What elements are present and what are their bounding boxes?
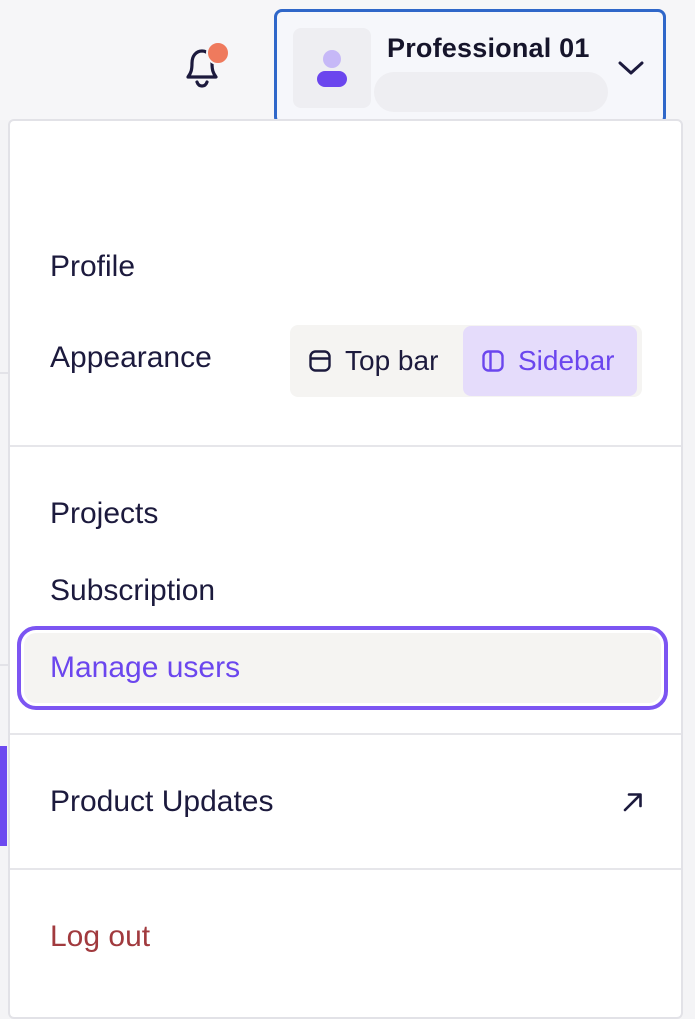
appearance-toggle: Top bar Sidebar [290,325,642,397]
menu-item-label: Subscription [50,574,216,607]
menu-item-label: Profile [50,250,136,283]
menu-divider [10,868,681,870]
menu-item-label: Manage users [50,651,241,684]
appearance-label: Appearance [50,341,212,374]
notification-badge-dot [206,41,230,65]
menu-item-manage-users[interactable]: Manage users [17,626,668,710]
appearance-option-label: Top bar [345,345,439,376]
layout-top-bar-icon [309,350,331,372]
menu-item-product-updates[interactable]: Product Updates [24,767,661,837]
menu-divider [10,445,681,447]
appearance-option-label: Sidebar [518,345,615,376]
menu-item-label: Product Updates [50,785,274,818]
appearance-option-sidebar[interactable]: Sidebar [463,326,637,396]
account-switcher-button[interactable]: Professional 01 [274,9,666,125]
menu-item-projects[interactable]: Projects [24,479,661,549]
menu-item-subscription[interactable]: Subscription [24,556,661,626]
avatar [293,28,371,108]
appearance-option-top-bar[interactable]: Top bar [290,326,462,396]
menu-divider [10,733,681,735]
chevron-down-icon [618,61,644,75]
layout-sidebar-icon [482,350,504,372]
background-active-indicator [0,746,7,846]
account-dropdown-menu: Profile Appearance Top bar Sidebar Proje… [8,119,683,1019]
account-name: Professional 01 [387,33,590,63]
arrow-up-right-icon [623,793,642,812]
menu-item-label: Projects [50,497,159,530]
menu-item-log-out[interactable]: Log out [24,902,661,972]
menu-item-label: Log out [50,920,151,953]
menu-item-profile[interactable]: Profile [24,232,661,302]
user-icon [317,50,347,87]
account-subtitle-placeholder [374,72,608,112]
